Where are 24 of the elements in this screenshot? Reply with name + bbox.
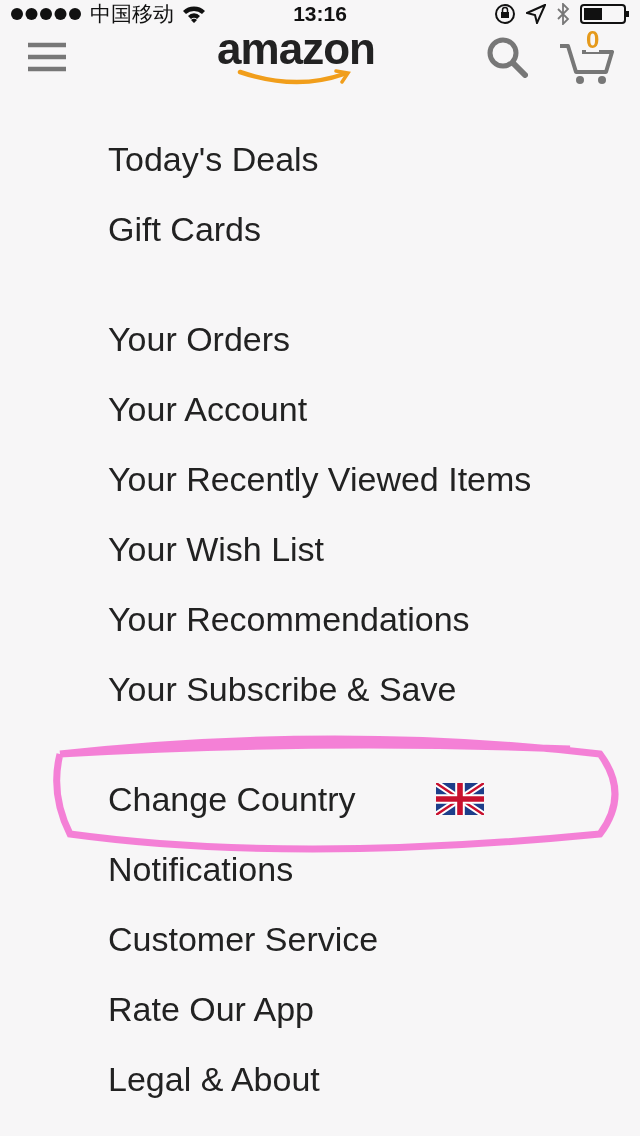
rotation-lock-icon [494, 3, 516, 25]
menu-item[interactable]: Customer Service [108, 919, 379, 959]
search-icon[interactable] [486, 36, 528, 78]
menu-item[interactable]: Change Country [108, 779, 356, 819]
menu-item[interactable]: Rate Our App [108, 989, 314, 1029]
menu-item[interactable]: Gift Cards [108, 209, 262, 249]
status-time: 13:16 [292, 2, 348, 26]
battery-icon [580, 3, 630, 25]
menu-item[interactable]: Your Account [108, 389, 308, 429]
menu-item[interactable]: Your Wish List [108, 529, 325, 569]
menu-item[interactable]: Today's Deals [108, 139, 319, 179]
menu-item[interactable]: Your Recently Viewed Items [108, 459, 532, 499]
menu-item[interactable]: Your Orders [108, 319, 291, 359]
location-arrow-icon [526, 4, 546, 24]
menu-item[interactable]: Notifications [108, 849, 294, 889]
signal-icon [10, 7, 82, 21]
bluetooth-icon [556, 3, 570, 25]
menu-item[interactable]: Legal & About [108, 1059, 320, 1099]
menu-item[interactable]: Your Subscribe & Save [108, 669, 457, 709]
menu-icon[interactable] [28, 42, 66, 72]
amazon-logo[interactable]: amazon [217, 29, 375, 85]
carrier-name: 中国移动 [90, 1, 174, 27]
wifi-icon [182, 5, 206, 23]
menu-item[interactable]: Your Recommendations [108, 599, 470, 639]
